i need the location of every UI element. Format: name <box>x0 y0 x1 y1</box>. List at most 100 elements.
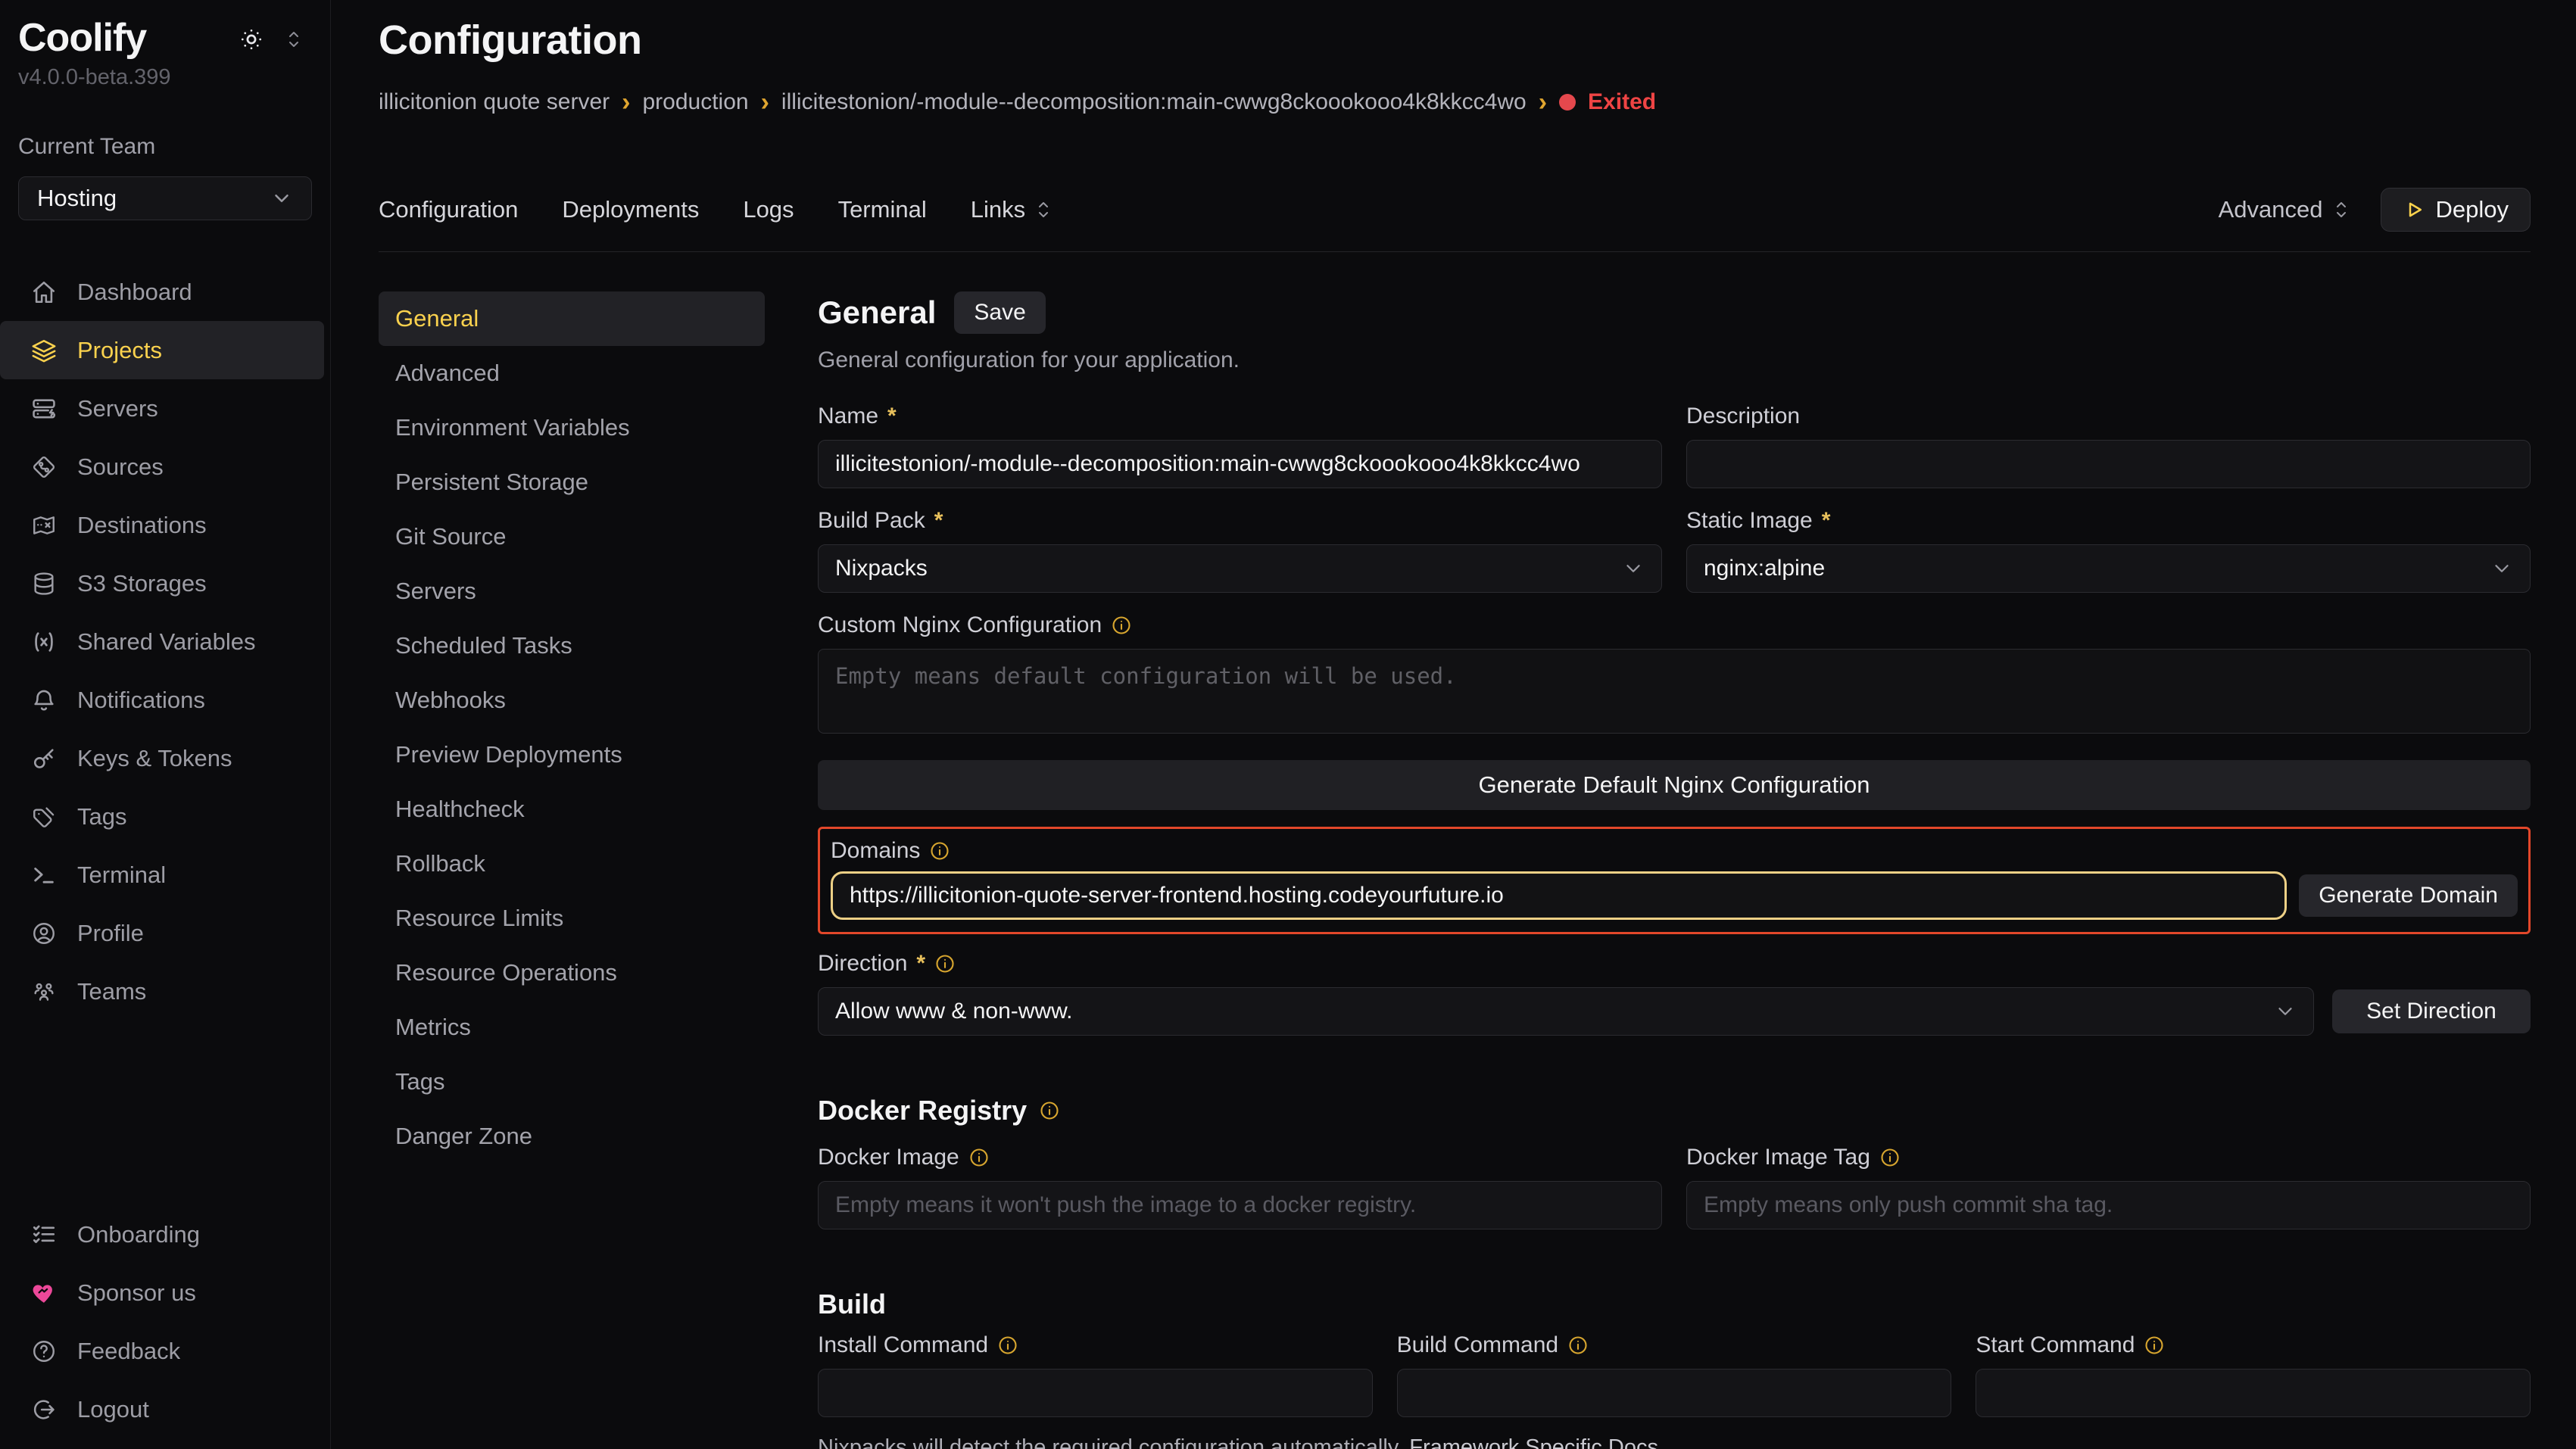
chevron-down-icon <box>270 187 293 210</box>
info-icon[interactable] <box>1111 615 1132 636</box>
docker-image-input[interactable] <box>818 1181 1662 1229</box>
subnav-item-danger-zone[interactable]: Danger Zone <box>379 1109 765 1164</box>
sidebar-item-label: Servers <box>77 395 158 422</box>
tab-deployments[interactable]: Deployments <box>562 196 699 223</box>
home-icon <box>30 279 58 306</box>
breadcrumb-environment[interactable]: production <box>642 89 748 115</box>
subnav-item-resource-operations[interactable]: Resource Operations <box>379 946 765 1000</box>
advanced-dropdown[interactable]: Advanced <box>2219 196 2350 223</box>
sidebar-item-label: Profile <box>77 920 144 947</box>
direction-select[interactable]: Allow www & non-www. <box>818 987 2314 1036</box>
description-label: Description <box>1686 404 2531 429</box>
nginx-config-label: Custom Nginx Configuration <box>818 612 2531 638</box>
description-input[interactable] <box>1686 440 2531 488</box>
sidebar-item-projects[interactable]: Projects <box>0 321 324 379</box>
nginx-config-textarea[interactable] <box>818 649 2531 734</box>
sidebar-item-shared-variables[interactable]: Shared Variables <box>0 612 324 671</box>
theme-toggle-sun-icon[interactable] <box>238 26 265 53</box>
chevron-down-icon <box>1622 557 1645 580</box>
subnav-item-scheduled-tasks[interactable]: Scheduled Tasks <box>379 619 765 673</box>
info-icon[interactable] <box>934 953 956 974</box>
docker-image-tag-input[interactable] <box>1686 1181 2531 1229</box>
sidebar-item-label: Feedback <box>77 1338 180 1365</box>
save-button[interactable]: Save <box>954 291 1045 334</box>
generate-nginx-config-button[interactable]: Generate Default Nginx Configuration <box>818 760 2531 810</box>
subnav-item-resource-limits[interactable]: Resource Limits <box>379 891 765 946</box>
sidebar-item-feedback[interactable]: Feedback <box>0 1322 324 1380</box>
set-direction-button[interactable]: Set Direction <box>2332 989 2531 1033</box>
tab-configuration[interactable]: Configuration <box>379 196 518 223</box>
info-icon[interactable] <box>2144 1335 2165 1356</box>
tab-logs[interactable]: Logs <box>743 196 794 223</box>
team-select[interactable]: Hosting <box>18 176 312 220</box>
logout-icon <box>30 1396 58 1423</box>
subnav-item-general[interactable]: General <box>379 291 765 346</box>
sidebar-item-sources[interactable]: Sources <box>0 438 324 496</box>
key-icon <box>30 745 58 772</box>
font-size-selector-icon[interactable] <box>285 28 303 51</box>
checklist-icon <box>30 1221 58 1248</box>
sidebar-item-teams[interactable]: Teams <box>0 962 324 1021</box>
sidebar-item-s3-storages[interactable]: S3 Storages <box>0 554 324 612</box>
install-command-input[interactable] <box>818 1369 1373 1417</box>
deploy-button[interactable]: Deploy <box>2381 188 2531 232</box>
subnav-item-servers[interactable]: Servers <box>379 564 765 619</box>
info-icon[interactable] <box>1039 1100 1060 1121</box>
chevron-updown-icon <box>1034 198 1053 221</box>
sidebar-item-label: Sponsor us <box>77 1279 196 1307</box>
tab-terminal[interactable]: Terminal <box>838 196 927 223</box>
play-icon <box>2403 198 2425 221</box>
tab-links[interactable]: Links <box>971 196 1053 223</box>
breadcrumb-project[interactable]: illicitonion quote server <box>379 89 610 115</box>
subnav-item-webhooks[interactable]: Webhooks <box>379 673 765 728</box>
info-icon[interactable] <box>1879 1147 1901 1168</box>
subnav-item-rollback[interactable]: Rollback <box>379 837 765 891</box>
sidebar-item-sponsor[interactable]: Sponsor us <box>0 1264 324 1322</box>
info-icon[interactable] <box>929 840 950 862</box>
sidebar-item-tags[interactable]: Tags <box>0 787 324 846</box>
generate-domain-button[interactable]: Generate Domain <box>2299 874 2518 917</box>
sidebar-item-label: Notifications <box>77 687 205 714</box>
breadcrumb-application[interactable]: illicitestonion/-module--decomposition:m… <box>781 89 1527 115</box>
static-image-select[interactable]: nginx:alpine <box>1686 544 2531 593</box>
subnav-item-environment-variables[interactable]: Environment Variables <box>379 400 765 455</box>
required-asterisk: * <box>1822 508 1831 534</box>
sidebar-item-keys-tokens[interactable]: Keys & Tokens <box>0 729 324 787</box>
start-command-input[interactable] <box>1976 1369 2531 1417</box>
subnav-item-metrics[interactable]: Metrics <box>379 1000 765 1055</box>
config-subnav: General Advanced Environment Variables P… <box>379 291 765 1449</box>
section-title-general: General <box>818 294 936 331</box>
sidebar-item-destinations[interactable]: Destinations <box>0 496 324 554</box>
section-subtitle: General configuration for your applicati… <box>818 347 2531 373</box>
static-image-label: Static Image* <box>1686 508 2531 534</box>
subnav-item-persistent-storage[interactable]: Persistent Storage <box>379 455 765 509</box>
build-pack-select[interactable]: Nixpacks <box>818 544 1662 593</box>
info-icon[interactable] <box>997 1335 1018 1356</box>
question-icon <box>30 1338 58 1365</box>
subnav-item-git-source[interactable]: Git Source <box>379 509 765 564</box>
tab-links-label: Links <box>971 196 1025 223</box>
page-title: Configuration <box>379 17 2531 64</box>
framework-docs-link[interactable]: Framework Specific Docs <box>1409 1435 1658 1449</box>
name-input[interactable] <box>818 440 1662 488</box>
info-icon[interactable] <box>968 1147 990 1168</box>
docker-registry-heading: Docker Registry <box>818 1095 1027 1126</box>
sidebar-item-label: Projects <box>77 337 162 364</box>
sidebar-item-profile[interactable]: Profile <box>0 904 324 962</box>
subnav-item-preview-deployments[interactable]: Preview Deployments <box>379 728 765 782</box>
subnav-item-tags[interactable]: Tags <box>379 1055 765 1109</box>
domains-input[interactable] <box>831 871 2287 920</box>
subnav-item-advanced[interactable]: Advanced <box>379 346 765 400</box>
subnav-item-healthcheck[interactable]: Healthcheck <box>379 782 765 837</box>
sidebar-item-terminal[interactable]: Terminal <box>0 846 324 904</box>
info-icon[interactable] <box>1567 1335 1589 1356</box>
sidebar-item-onboarding[interactable]: Onboarding <box>0 1205 324 1264</box>
sidebar-item-logout[interactable]: Logout <box>0 1380 324 1438</box>
sidebar-item-notifications[interactable]: Notifications <box>0 671 324 729</box>
build-command-input[interactable] <box>1397 1369 1952 1417</box>
sidebar-item-servers[interactable]: Servers <box>0 379 324 438</box>
sidebar-item-dashboard[interactable]: Dashboard <box>0 263 324 321</box>
static-image-value: nginx:alpine <box>1704 556 1825 581</box>
domains-label: Domains <box>831 838 2518 864</box>
general-form: General Save General configuration for y… <box>818 291 2531 1449</box>
